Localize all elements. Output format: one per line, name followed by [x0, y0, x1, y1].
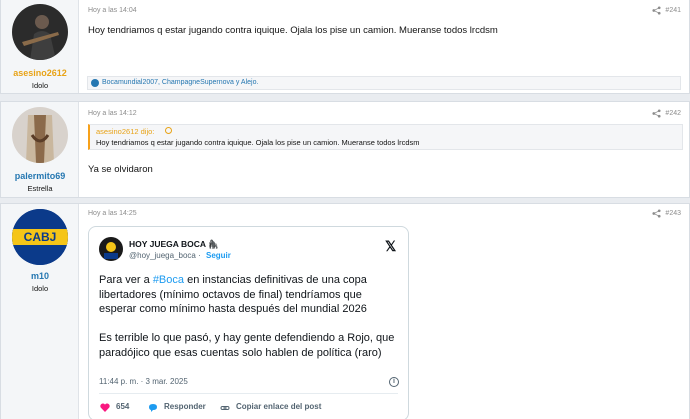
post-number[interactable]: #242 [665, 110, 681, 117]
post-body: Hoy tendriamos q estar jugando contra iq… [88, 25, 498, 36]
post-243: CABJ m10 Idolo Hoy a las 14:25 #243 HOY … [0, 203, 690, 419]
quote-block: asesino2612 dijo: Hoy tendriamos q estar… [88, 124, 683, 150]
quote-attribution[interactable]: asesino2612 dijo: [96, 127, 154, 136]
username[interactable]: asesino2612 [1, 68, 79, 78]
tweet-handle: @hoy_juega_boca · [129, 251, 201, 260]
tweet-avatar[interactable] [99, 237, 123, 261]
reply-button[interactable]: Responder [164, 402, 206, 411]
user-title: Estrella [27, 184, 53, 193]
tweet-text-paragraph2: Es terrible lo que pasó, y hay gente def… [99, 332, 395, 359]
tweet-text-part1: Para ver a [99, 274, 153, 286]
share-icon[interactable] [652, 6, 661, 15]
tweet-time[interactable]: 11:44 p. m. · 3 mar. 2025 [99, 377, 188, 386]
x-logo-icon[interactable]: 𝕏 [385, 238, 396, 255]
avatar[interactable]: CABJ [12, 209, 68, 265]
tweet-author-name[interactable]: HOY JUEGA BOCA 🦍 [129, 239, 219, 250]
quote-text: Hoy tendriamos q estar jugando contra iq… [96, 138, 420, 147]
user-panel: CABJ m10 Idolo [1, 204, 79, 419]
reply-icon[interactable] [148, 403, 158, 413]
info-icon[interactable]: i [389, 377, 399, 387]
username[interactable]: m10 [1, 271, 79, 281]
reactions-bar[interactable]: Bocamundial2007, ChampagneSupernova y Al… [87, 76, 681, 90]
share-icon[interactable] [652, 209, 661, 218]
share-icon[interactable] [652, 109, 661, 118]
post-timestamp[interactable]: Hoy a las 14:04 [88, 7, 137, 14]
tweet-author-name-text[interactable]: HOY JUEGA BOCA [129, 239, 206, 249]
username[interactable]: palermito69 [1, 171, 79, 181]
post-body: Ya se olvidaron [88, 164, 153, 175]
avatar[interactable] [12, 4, 68, 60]
user-title: Idolo [31, 81, 49, 90]
post-timestamp[interactable]: Hoy a las 14:12 [88, 110, 137, 117]
hashtag-link[interactable]: #Boca [153, 274, 184, 286]
divider [99, 393, 398, 394]
user-panel: asesino2612 Idolo [1, 0, 79, 93]
tweet-text: Para ver a #Boca en instancias definitiv… [99, 273, 399, 360]
avatar-crest-text: CABJ [24, 230, 57, 244]
user-panel: palermito69 Estrella [1, 102, 79, 197]
post-timestamp[interactable]: Hoy a las 14:25 [88, 210, 137, 217]
post-number[interactable]: #241 [665, 7, 681, 14]
user-title: Idolo [31, 284, 49, 293]
tweet-embed[interactable]: HOY JUEGA BOCA 🦍 @hoy_juega_boca · Segui… [88, 226, 409, 419]
tweet-handle-text[interactable]: @hoy_juega_boca [129, 251, 196, 260]
gorilla-emoji: 🦍 [208, 239, 219, 249]
follow-button[interactable]: Seguir [206, 251, 231, 260]
heart-icon[interactable] [100, 403, 110, 412]
like-count[interactable]: 654 [116, 402, 129, 411]
post-number[interactable]: #243 [665, 210, 681, 217]
post-242: palermito69 Estrella Hoy a las 14:12 #24… [0, 101, 690, 198]
copy-link-button[interactable]: Copiar enlace del post [236, 402, 321, 411]
go-to-quote-icon[interactable] [165, 127, 172, 134]
like-icon [91, 79, 99, 87]
link-icon[interactable] [220, 403, 230, 413]
reactions-list[interactable]: Bocamundial2007, ChampagneSupernova y Al… [102, 79, 258, 86]
avatar[interactable] [12, 107, 68, 163]
post-241: asesino2612 Idolo Hoy a las 14:04 #241 H… [0, 0, 690, 94]
